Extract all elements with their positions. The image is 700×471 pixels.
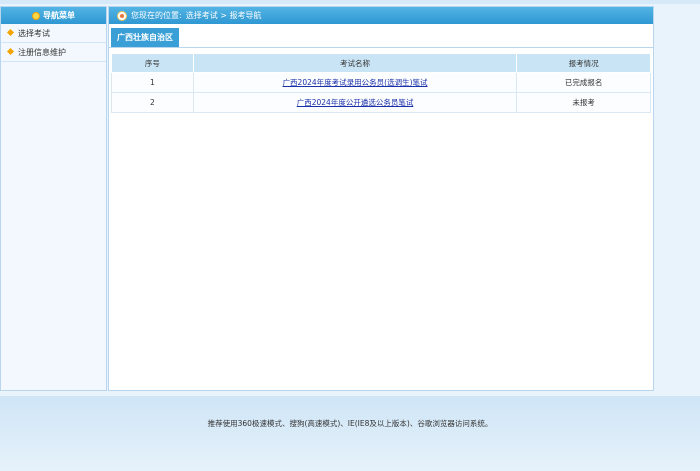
breadcrumb-prefix: 您现在的位置:: [131, 11, 182, 20]
bullet-icon: [6, 28, 15, 37]
row-status: 未报考: [516, 92, 651, 113]
sidebar-header: 导航菜单: [1, 7, 106, 24]
footer-text: 推荐使用360极速模式、搜狗(高速模式)、IE(IE8及以上版本)、谷歌浏览器访…: [207, 419, 493, 428]
row-exam-name-cell: 广西2024年度公开遴选公务员笔试: [192, 92, 518, 113]
column-header-status: 报考情况: [516, 53, 651, 73]
sidebar-item-select-exam[interactable]: 选择考试: [1, 24, 106, 43]
column-header-exam-name: 考试名称: [192, 53, 518, 73]
tab-row: 广西壮族自治区: [109, 27, 653, 48]
column-header-index: 序号: [111, 53, 194, 73]
sidebar-item-registration-info[interactable]: 注册信息维护: [1, 43, 106, 62]
row-exam-name-cell: 广西2024年度考试录用公务员(选调生)笔试: [192, 72, 518, 93]
sidebar: 导航菜单 选择考试 注册信息维护: [0, 6, 107, 391]
footer: 推荐使用360极速模式、搜狗(高速模式)、IE(IE8及以上版本)、谷歌浏览器访…: [0, 396, 700, 471]
main-panel: 您现在的位置: 选择考试 > 报考导航 广西壮族自治区 序号 考试名称 报考情况…: [108, 6, 654, 391]
nav-menu-icon: [32, 11, 40, 20]
table-header-row: 序号 考试名称 报考情况: [111, 53, 651, 73]
breadcrumb-path: 选择考试 > 报考导航: [185, 11, 262, 20]
row-index: 2: [111, 92, 194, 113]
exam-link[interactable]: 广西2024年度公开遴选公务员笔试: [297, 98, 414, 107]
exam-link[interactable]: 广西2024年度考试录用公务员(选调生)笔试: [283, 78, 428, 87]
exam-table: 序号 考试名称 报考情况 1 广西2024年度考试录用公务员(选调生)笔试 已完…: [111, 53, 651, 113]
tab-region[interactable]: 广西壮族自治区: [111, 28, 179, 47]
sidebar-item-label: 注册信息维护: [18, 47, 66, 57]
table-row: 2 广西2024年度公开遴选公务员笔试 未报考: [111, 92, 651, 113]
location-icon: [117, 10, 127, 21]
table-row: 1 广西2024年度考试录用公务员(选调生)笔试 已完成报名: [111, 72, 651, 93]
row-status: 已完成报名: [516, 72, 651, 93]
row-index: 1: [111, 72, 194, 93]
sidebar-item-label: 选择考试: [18, 28, 50, 38]
bullet-icon: [6, 47, 15, 56]
breadcrumb: 您现在的位置: 选择考试 > 报考导航: [109, 7, 653, 24]
top-strip: [0, 0, 700, 4]
sidebar-title: 导航菜单: [43, 11, 75, 20]
